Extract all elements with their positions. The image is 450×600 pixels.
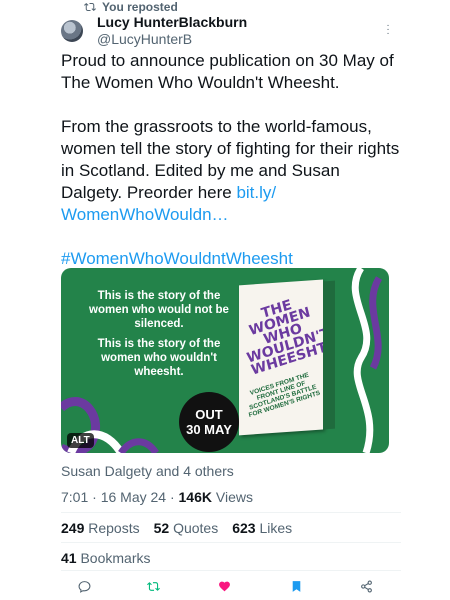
share-button[interactable] <box>357 577 375 595</box>
reposts-count: 249 <box>61 520 85 536</box>
quotes-count: 52 <box>153 520 170 536</box>
avatar[interactable] <box>61 20 83 42</box>
more-options-icon[interactable]: · · · <box>385 21 391 39</box>
author-name[interactable]: Lucy HunterBlackburn <box>97 14 247 30</box>
quotes-stat[interactable]: 52 Quotes <box>154 520 219 536</box>
action-bar <box>61 577 379 595</box>
quotes-label: Quotes <box>173 520 219 536</box>
social-context[interactable]: Susan Dalgety and 4 others <box>61 463 234 479</box>
views-label: Views <box>211 489 253 505</box>
time-date[interactable]: 7:01 · 16 May 24 · <box>61 489 179 505</box>
like-button[interactable] <box>215 577 233 595</box>
repost-label: You reposted <box>102 0 178 14</box>
media-text: This is the story of the women who would… <box>79 289 239 385</box>
views-count: 146K <box>178 489 212 505</box>
divider <box>61 512 401 513</box>
share-icon <box>360 580 372 592</box>
book-title: THE WOMEN WHO WOULDN'T WHEESHT <box>245 297 332 379</box>
repost-icon <box>146 581 160 591</box>
book-front: THE WOMEN WHO WOULDN'T WHEESHT VOICES FR… <box>239 279 331 436</box>
likes-label: Likes <box>259 520 293 536</box>
tweet-meta: 7:01 · 16 May 24 · 146K Views <box>61 489 253 505</box>
repost-icon <box>84 2 96 12</box>
bookmarks-count: 41 <box>61 550 77 566</box>
alt-text-badge[interactable]: ALT <box>67 433 94 448</box>
badge-line-1: OUT <box>195 407 223 422</box>
reposts-stat[interactable]: 249 Reposts <box>61 520 140 536</box>
divider <box>61 542 401 543</box>
out-date-badge: OUT 30 MAY <box>179 392 239 452</box>
likes-stat[interactable]: 623 Likes <box>232 520 292 536</box>
tweet-line-1: Proud to announce publication on 30 May … <box>61 51 394 92</box>
repost-button[interactable] <box>144 577 162 595</box>
book-spine <box>323 280 335 430</box>
likes-count: 623 <box>232 520 256 536</box>
tweet-line-2: From the grassroots to the world-famous,… <box>61 116 401 226</box>
book-cover: THE WOMEN WHO WOULDN'T WHEESHT VOICES FR… <box>239 279 335 436</box>
media-text-2: This is the story of the women who would… <box>97 338 221 378</box>
badge-line-2: 30 MAY <box>186 422 232 437</box>
engagement-stats: 249 Reposts 52 Quotes 623 Likes <box>61 520 292 536</box>
tweet-line-2-text: From the grassroots to the world-famous,… <box>61 117 400 202</box>
bookmark-button[interactable] <box>287 577 305 595</box>
bookmark-icon <box>292 580 300 592</box>
hashtag-link[interactable]: #WomenWhoWouldntWheesht <box>61 248 401 270</box>
like-icon <box>218 581 230 591</box>
author-handle[interactable]: @LucyHunterB <box>97 31 192 47</box>
bookmarks-stat[interactable]: 41 Bookmarks <box>61 550 151 566</box>
divider <box>61 570 401 571</box>
reply-button[interactable] <box>75 577 93 595</box>
reply-icon <box>78 580 90 593</box>
repost-context[interactable]: You reposted <box>84 0 178 14</box>
reposts-label: Reposts <box>88 520 140 536</box>
tweet-image[interactable]: This is the story of the women who would… <box>61 268 389 453</box>
bookmarks-label: Bookmarks <box>80 550 151 566</box>
tweet-text: Proud to announce publication on 30 May … <box>61 50 401 270</box>
media-text-1: This is the story of the women who would… <box>89 290 229 330</box>
